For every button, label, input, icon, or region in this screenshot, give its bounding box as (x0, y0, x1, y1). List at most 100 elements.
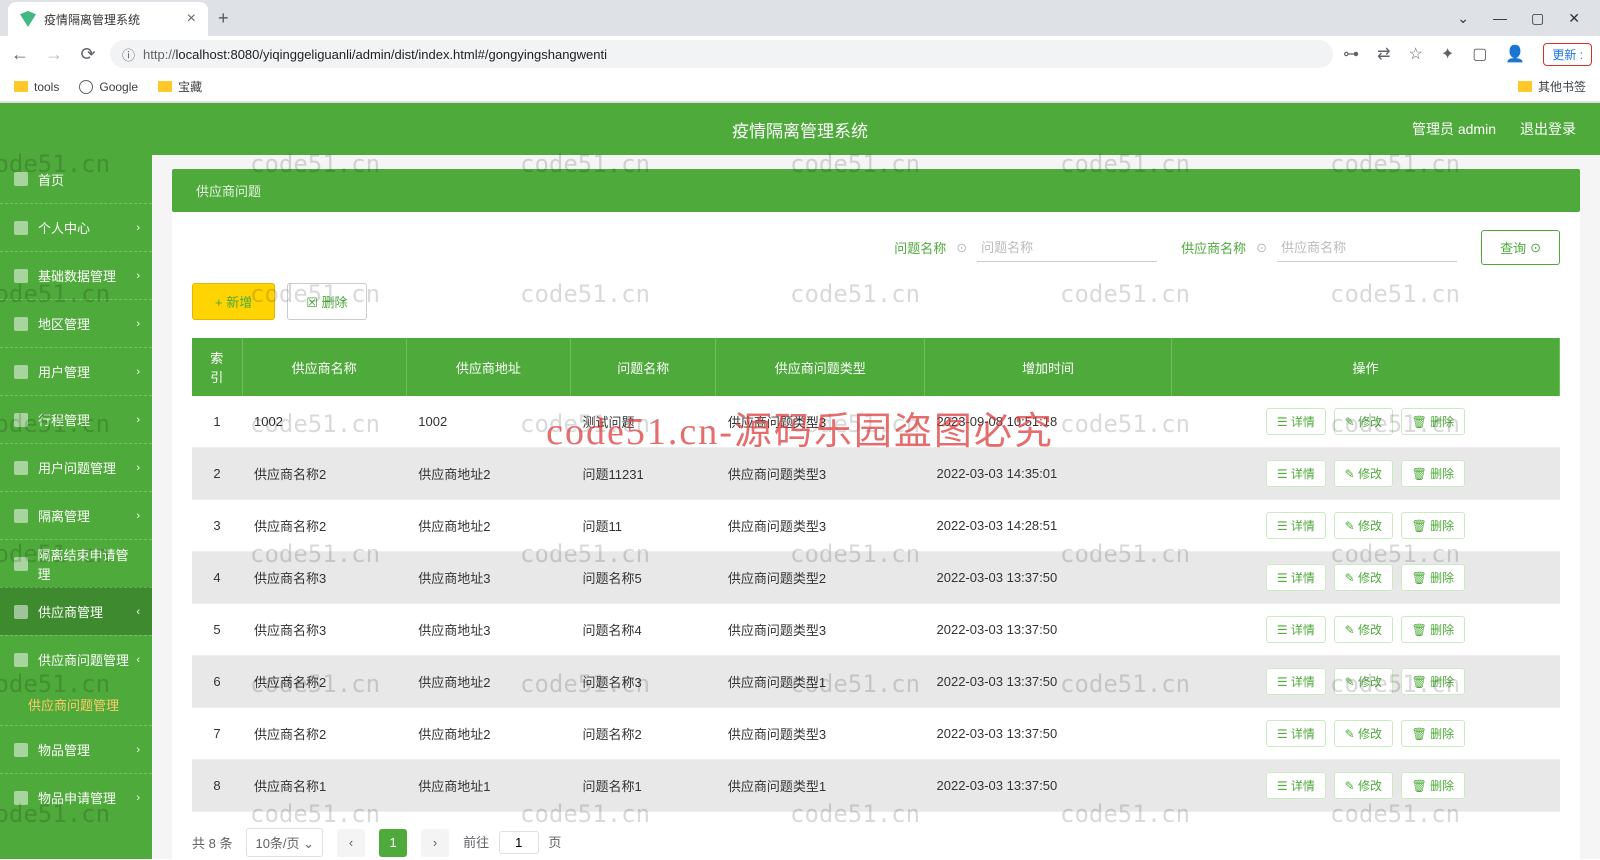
menu-icon (14, 791, 28, 805)
sidebar-item[interactable]: 地区管理› (0, 299, 152, 347)
cell-time: 2022-03-03 13:37:50 (925, 656, 1172, 708)
close-icon[interactable]: × (187, 10, 196, 28)
logout-link[interactable]: 退出登录 (1520, 119, 1576, 139)
browser-tab[interactable]: 疫情隔离管理系统 × (8, 2, 208, 36)
edit-button[interactable]: ✎ 修改 (1334, 408, 1393, 435)
reading-list-icon[interactable]: ▢ (1472, 44, 1487, 64)
edit-button[interactable]: ✎ 修改 (1334, 460, 1393, 487)
breadcrumb: 供应商问题 (172, 169, 1580, 212)
bookmark-other[interactable]: 其他书签 (1518, 78, 1586, 95)
edit-button[interactable]: ✎ 修改 (1334, 512, 1393, 539)
cell-supplier-addr: 供应商地址2 (406, 448, 570, 500)
delete-row-button[interactable]: 🗑 删除 (1401, 460, 1466, 487)
sidebar-item[interactable]: 用户问题管理› (0, 443, 152, 491)
maximize-icon[interactable]: ▢ (1531, 10, 1544, 27)
cell-supplier-addr: 1002 (406, 396, 570, 448)
bookmark-tools[interactable]: tools (14, 80, 59, 94)
sidebar-item[interactable]: 个人中心› (0, 203, 152, 251)
sidebar-item[interactable]: 物品申请管理› (0, 773, 152, 821)
delete-row-button[interactable]: 🗑 删除 (1401, 720, 1466, 747)
menu-icon (14, 605, 28, 619)
sidebar-item-label: 隔离结束申请管理 (38, 545, 138, 583)
next-page-button[interactable]: › (421, 829, 449, 857)
bookmarks-bar: tools Google 宝藏 其他书签 (0, 72, 1600, 102)
star-icon[interactable]: ☆ (1409, 44, 1423, 64)
edit-button[interactable]: ✎ 修改 (1334, 772, 1393, 799)
issue-name-input[interactable] (977, 234, 1157, 262)
table-header: 供应商名称 (242, 338, 406, 396)
page-size-select[interactable]: 10条/页 ⌄ (246, 828, 323, 857)
browser-chrome: 疫情隔离管理系统 × + ⌄ — ▢ ✕ ← → ⟳ ⓘ http://loca… (0, 0, 1600, 103)
action-row: + 新增 ☒ 删除 (192, 283, 1560, 320)
sidebar-item[interactable]: 隔离管理› (0, 491, 152, 539)
admin-label[interactable]: 管理员 admin (1412, 119, 1496, 139)
detail-button[interactable]: ☰ 详情 (1266, 512, 1326, 539)
page-number[interactable]: 1 (379, 829, 407, 857)
cell-ops: ☰ 详情 ✎ 修改 🗑 删除 (1172, 500, 1560, 552)
cell-supplier-name: 供应商名称2 (242, 448, 406, 500)
sidebar-item-label: 基础数据管理 (38, 266, 116, 285)
table-row: 4 供应商名称3 供应商地址3 问题名称5 供应商问题类型2 2022-03-0… (192, 552, 1560, 604)
detail-button[interactable]: ☰ 详情 (1266, 616, 1326, 643)
edit-button[interactable]: ✎ 修改 (1334, 564, 1393, 591)
sidebar-item[interactable]: 供应商管理‹ (0, 587, 152, 635)
supplier-name-input[interactable] (1277, 234, 1457, 262)
sidebar-item-label: 物品管理 (38, 740, 90, 759)
sidebar-item[interactable]: 首页 (0, 155, 152, 203)
prev-page-button[interactable]: ‹ (337, 829, 365, 857)
close-window-icon[interactable]: ✕ (1568, 10, 1580, 27)
forward-button[interactable]: → (42, 44, 66, 65)
cell-issue-type: 供应商问题类型2 (716, 552, 925, 604)
bookmark-baozang[interactable]: 宝藏 (158, 78, 202, 95)
search-icon: ⊙ (1256, 240, 1267, 256)
bookmark-google[interactable]: Google (79, 80, 138, 94)
translate-icon[interactable]: ⇄ (1377, 44, 1390, 64)
chevron-icon: › (136, 462, 140, 474)
chevron-down-icon[interactable]: ⌄ (1457, 10, 1469, 27)
chevron-icon: › (136, 744, 140, 756)
delete-row-button[interactable]: 🗑 删除 (1401, 668, 1466, 695)
delete-row-button[interactable]: 🗑 删除 (1401, 408, 1466, 435)
cell-issue-type: 供应商问题类型3 (716, 500, 925, 552)
sidebar-subitem[interactable]: 供应商问题管理 (0, 683, 152, 725)
reload-button[interactable]: ⟳ (76, 44, 100, 65)
new-tab-button[interactable]: + (208, 8, 239, 29)
sidebar-item[interactable]: 供应商问题管理‹ (0, 635, 152, 683)
delete-button[interactable]: ☒ 删除 (287, 283, 366, 320)
sidebar-item[interactable]: 行程管理› (0, 395, 152, 443)
detail-button[interactable]: ☰ 详情 (1266, 720, 1326, 747)
update-button[interactable]: 更新 : (1543, 43, 1592, 66)
profile-icon[interactable]: 👤 (1505, 44, 1525, 64)
detail-button[interactable]: ☰ 详情 (1266, 460, 1326, 487)
add-button[interactable]: + 新增 (192, 283, 275, 320)
detail-button[interactable]: ☰ 详情 (1266, 772, 1326, 799)
sidebar-item[interactable]: 用户管理› (0, 347, 152, 395)
delete-row-button[interactable]: 🗑 删除 (1401, 772, 1466, 799)
edit-button[interactable]: ✎ 修改 (1334, 720, 1393, 747)
delete-row-button[interactable]: 🗑 删除 (1401, 616, 1466, 643)
sidebar-item[interactable]: 物品管理 › (0, 725, 152, 773)
cell-ops: ☰ 详情 ✎ 修改 🗑 删除 (1172, 604, 1560, 656)
sidebar-item-label: 行程管理 (38, 410, 90, 429)
minimize-icon[interactable]: — (1493, 10, 1507, 27)
cell-time: 2022-03-03 13:37:50 (925, 552, 1172, 604)
sidebar-item[interactable]: 基础数据管理› (0, 251, 152, 299)
extensions-icon[interactable]: ✦ (1441, 44, 1454, 64)
delete-row-button[interactable]: 🗑 删除 (1401, 564, 1466, 591)
detail-button[interactable]: ☰ 详情 (1266, 564, 1326, 591)
url-box[interactable]: ⓘ http://localhost:8080/yiqinggeliguanli… (110, 40, 1333, 68)
edit-button[interactable]: ✎ 修改 (1334, 668, 1393, 695)
sidebar-item[interactable]: 隔离结束申请管理 (0, 539, 152, 587)
edit-button[interactable]: ✎ 修改 (1334, 616, 1393, 643)
menu-icon (14, 557, 28, 571)
back-button[interactable]: ← (8, 44, 32, 65)
table-row: 8 供应商名称1 供应商地址1 问题名称1 供应商问题类型1 2022-03-0… (192, 760, 1560, 812)
delete-row-button[interactable]: 🗑 删除 (1401, 512, 1466, 539)
detail-button[interactable]: ☰ 详情 (1266, 668, 1326, 695)
query-button[interactable]: 查询 ⊙ (1481, 230, 1560, 265)
table-header: 供应商地址 (406, 338, 570, 396)
page-jump-input[interactable] (499, 831, 539, 854)
key-icon[interactable]: ⊶ (1343, 44, 1359, 64)
search-icon: ⊙ (1530, 240, 1541, 256)
detail-button[interactable]: ☰ 详情 (1266, 408, 1326, 435)
